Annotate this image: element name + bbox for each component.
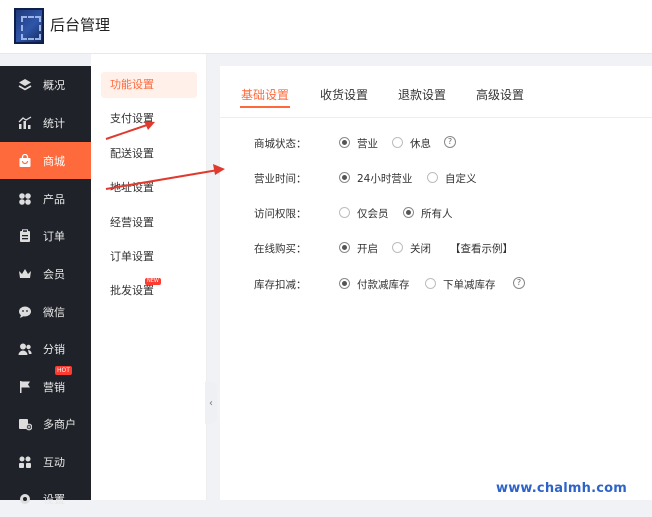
hot-badge: HOT xyxy=(55,366,72,375)
access-members-radio[interactable] xyxy=(339,207,350,218)
purchase-off-radio[interactable] xyxy=(392,242,403,253)
stock-deduct-row: 库存扣减： 付款减库存 下单减库存 ? xyxy=(220,274,652,294)
active-tab-indicator xyxy=(240,106,290,108)
access-label: 访问权限： xyxy=(254,208,307,220)
sidebar-item-label: 订单 xyxy=(43,229,65,243)
sidebar-item-members[interactable]: 会员 xyxy=(0,255,91,292)
sidebar-item-statistics[interactable]: 统计 xyxy=(0,104,91,141)
deduct-on-pay-label[interactable]: 付款减库存 xyxy=(357,277,410,292)
sidebar-item-label: 概况 xyxy=(43,78,65,92)
online-purchase-label: 在线购买： xyxy=(254,243,307,255)
sidebar-item-label: 设置 xyxy=(43,492,65,506)
sidebar-item-label: 统计 xyxy=(43,116,65,130)
shop-bag-icon xyxy=(17,153,33,169)
wechat-icon xyxy=(17,304,33,320)
purchase-on-label[interactable]: 开启 xyxy=(357,241,378,256)
hours-custom-radio[interactable] xyxy=(427,172,438,183)
tab-basic[interactable]: 基础设置 xyxy=(241,86,289,103)
grid-icon xyxy=(17,191,33,207)
store-status-label: 商城状态： xyxy=(254,138,307,150)
deduct-on-pay-radio[interactable] xyxy=(339,278,350,289)
store-status-rest-label[interactable]: 休息 xyxy=(410,136,431,151)
layers-icon xyxy=(17,77,33,93)
store-status-row: 商城状态： 营业 休息 ? xyxy=(220,133,652,153)
sidebar-item-label: 互动 xyxy=(43,455,65,469)
business-hours-row: 营业时间： 24小时营业 自定义 xyxy=(220,168,652,188)
tab-refund[interactable]: 退款设置 xyxy=(398,86,446,103)
subnav-item-label: 批发设置 xyxy=(110,284,154,297)
help-icon[interactable]: ? xyxy=(444,136,456,148)
store-status-open-radio[interactable] xyxy=(339,137,350,148)
sidebar-item-interaction[interactable]: 互动 xyxy=(0,443,91,480)
stock-deduct-label: 库存扣减： xyxy=(254,279,307,291)
top-bar: 后台管理 xyxy=(0,0,652,54)
crown-icon xyxy=(17,266,33,282)
tab-receiving[interactable]: 收货设置 xyxy=(320,86,368,103)
sidebar-item-overview[interactable]: 概况 xyxy=(0,66,91,103)
sidebar-item-label: 多商户 xyxy=(43,417,76,431)
sidebar-item-settings[interactable]: 设置 xyxy=(0,480,91,517)
sidebar-item-multi-merchant[interactable]: 多商户 xyxy=(0,405,91,442)
settings-panel: 基础设置 收货设置 退款设置 高级设置 商城状态： 营业 休息 ? 营业时间： … xyxy=(220,66,652,500)
flag-icon xyxy=(17,379,33,395)
subnav-item-function[interactable]: 功能设置 xyxy=(101,72,197,98)
store-plus-icon xyxy=(17,416,33,432)
subnav-item-wholesale[interactable]: 批发设置 NEW xyxy=(101,278,197,304)
app-title: 后台管理 xyxy=(50,16,111,34)
deduct-on-order-radio[interactable] xyxy=(425,278,436,289)
sidebar-item-wechat[interactable]: 微信 xyxy=(0,293,91,330)
annotation-arrow-icon xyxy=(105,164,225,190)
access-everyone-radio[interactable] xyxy=(403,207,414,218)
sidebar-item-mall[interactable]: 商城 xyxy=(0,142,91,179)
interact-icon xyxy=(17,454,33,470)
access-row: 访问权限： 仅会员 所有人 xyxy=(220,203,652,223)
gear-icon xyxy=(17,491,33,507)
sidebar-item-label: 微信 xyxy=(43,305,65,319)
annotation-arrow-icon xyxy=(105,121,155,140)
view-example-link[interactable]: 【查看示例】 xyxy=(450,241,513,256)
hours-custom-label[interactable]: 自定义 xyxy=(445,171,477,186)
watermark-text: www.chalmh.com xyxy=(496,481,628,496)
access-members-label[interactable]: 仅会员 xyxy=(357,206,389,221)
chart-icon xyxy=(17,115,33,131)
subnav-item-order[interactable]: 订单设置 xyxy=(101,244,197,270)
settings-tabs: 基础设置 收货设置 退款设置 高级设置 xyxy=(220,66,652,118)
sidebar-item-orders[interactable]: 订单 xyxy=(0,217,91,254)
app-logo xyxy=(14,8,44,44)
hours-24h-radio[interactable] xyxy=(339,172,350,183)
purchase-on-radio[interactable] xyxy=(339,242,350,253)
store-status-open-label[interactable]: 营业 xyxy=(357,136,378,151)
help-icon[interactable]: ? xyxy=(513,277,525,289)
business-hours-label: 营业时间： xyxy=(254,173,307,185)
collapse-sidebar-button[interactable]: ‹ xyxy=(205,382,217,424)
main-sidebar: 概况 统计 商城 产品 订单 会员 微信 分销 营销 HOT 多商户 互动 设置 xyxy=(0,66,91,506)
sidebar-item-label: 分销 xyxy=(43,342,65,356)
sidebar-item-label: 会员 xyxy=(43,267,65,281)
online-purchase-row: 在线购买： 开启 关闭 【查看示例】 xyxy=(220,238,652,258)
sidebar-item-products[interactable]: 产品 xyxy=(0,180,91,217)
sidebar-item-label: 营销 xyxy=(43,380,65,394)
subnav-item-business[interactable]: 经营设置 xyxy=(101,210,197,236)
users-icon xyxy=(17,341,33,357)
tab-advanced[interactable]: 高级设置 xyxy=(476,86,524,103)
purchase-off-label[interactable]: 关闭 xyxy=(410,241,431,256)
access-everyone-label[interactable]: 所有人 xyxy=(421,206,453,221)
sidebar-item-marketing[interactable]: 营销 HOT xyxy=(0,366,91,405)
sidebar-item-label: 商城 xyxy=(43,154,65,168)
sidebar-item-label: 产品 xyxy=(43,192,65,206)
store-status-rest-radio[interactable] xyxy=(392,137,403,148)
deduct-on-order-label[interactable]: 下单减库存 xyxy=(443,277,496,292)
clipboard-icon xyxy=(17,228,33,244)
sidebar-item-distribution[interactable]: 分销 xyxy=(0,330,91,367)
hours-24h-label[interactable]: 24小时营业 xyxy=(357,171,412,186)
new-badge: NEW xyxy=(145,278,161,285)
